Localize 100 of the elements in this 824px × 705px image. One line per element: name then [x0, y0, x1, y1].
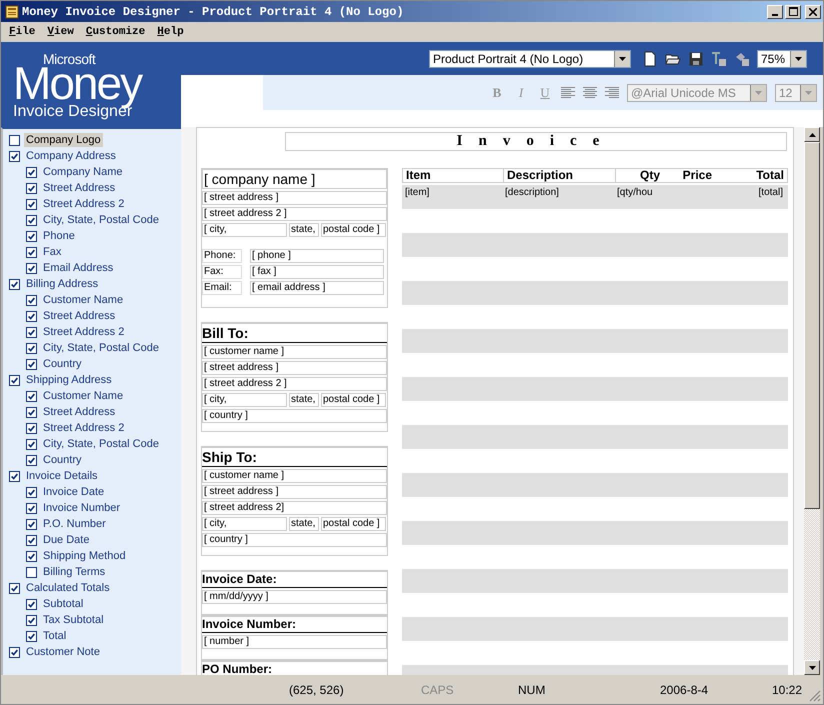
tree-item[interactable]: Tax Subtotal	[41, 613, 106, 627]
zoom-dropdown[interactable]: 75%	[757, 50, 807, 68]
checkbox[interactable]	[26, 630, 37, 642]
table-cell-text: [qty/hou	[616, 187, 654, 200]
checkbox[interactable]	[26, 486, 37, 498]
maximize-button[interactable]	[785, 4, 801, 18]
checkbox[interactable]	[26, 454, 37, 466]
tree-item[interactable]: Shipping Address	[24, 373, 114, 387]
tree-item[interactable]: Street Address 2	[41, 325, 126, 339]
checkbox[interactable]	[26, 230, 37, 242]
checkbox[interactable]	[9, 134, 20, 146]
contact-label: Phone:	[202, 249, 242, 263]
checkbox[interactable]	[26, 422, 37, 434]
close-button[interactable]	[805, 4, 821, 18]
tree-item[interactable]: Subtotal	[41, 597, 86, 611]
status-pane: 2006-8-4	[660, 682, 708, 696]
detail-field: [ mm/dd/yyyy ]	[202, 590, 387, 604]
checkbox[interactable]	[26, 502, 37, 514]
checkbox[interactable]	[9, 374, 20, 386]
tree-item[interactable]: Street Address 2	[41, 421, 126, 435]
align-right-icon[interactable]	[605, 86, 619, 98]
tree-item[interactable]: Street Address	[41, 405, 118, 419]
tree-item[interactable]: Country	[41, 453, 84, 467]
tree-item[interactable]: Billing Terms	[41, 565, 108, 579]
tree-item[interactable]: City, State, Postal Code	[41, 341, 161, 355]
tree-item[interactable]: Total	[41, 629, 68, 643]
menu-item[interactable]: Help	[157, 26, 184, 38]
checkbox[interactable]	[26, 214, 37, 226]
checkbox[interactable]	[26, 342, 37, 354]
window-title: Money Invoice Designer - Product Portrait 4 (No Logo)	[22, 4, 404, 18]
save-icon[interactable]	[688, 50, 704, 66]
tree-item[interactable]: Phone	[41, 229, 77, 243]
tree-item[interactable]: Country	[41, 357, 84, 371]
tree-item[interactable]: Fax	[41, 245, 64, 259]
menu-item[interactable]: File	[9, 26, 36, 38]
checkbox[interactable]	[26, 390, 37, 402]
tree-item[interactable]: Customer Note	[24, 645, 102, 659]
country-field: [ country ]	[202, 533, 387, 547]
column-header: Item	[405, 169, 432, 182]
tree-item[interactable]: Billing Address	[24, 277, 100, 291]
app-icon	[5, 4, 19, 18]
minimize-button[interactable]	[767, 4, 783, 18]
text-box-icon[interactable]	[711, 50, 727, 66]
picture-icon[interactable]	[734, 50, 750, 66]
checkbox[interactable]	[26, 310, 37, 322]
new-document-icon[interactable]	[642, 50, 658, 66]
column-header: Description	[503, 169, 615, 182]
tree-item[interactable]: Invoice Date	[41, 485, 106, 499]
scrollbar[interactable]	[804, 127, 820, 675]
tree-item[interactable]: Shipping Method	[41, 549, 128, 563]
table-cell-text: [total]	[758, 187, 784, 200]
checkbox[interactable]	[26, 326, 37, 338]
checkbox[interactable]	[26, 294, 37, 306]
checkbox[interactable]	[26, 406, 37, 418]
tree-item[interactable]: Company Logo	[24, 133, 103, 147]
down-arrow-icon	[808, 666, 816, 670]
checkbox[interactable]	[26, 550, 37, 562]
checkbox[interactable]	[26, 358, 37, 370]
tree-item[interactable]: Invoice Details	[24, 469, 100, 483]
menu-item[interactable]: Customize	[86, 26, 146, 38]
checkbox[interactable]	[26, 566, 37, 578]
tree-item[interactable]: Street Address 2	[41, 197, 126, 211]
checkbox[interactable]	[9, 646, 20, 658]
tree-item[interactable]: Street Address	[41, 181, 118, 195]
tree-item[interactable]: Street Address	[41, 309, 118, 323]
resize-grip-icon[interactable]	[809, 690, 821, 702]
checkbox[interactable]	[26, 518, 37, 530]
detail-field: [ number ]	[202, 635, 387, 649]
align-center-icon[interactable]	[583, 86, 597, 98]
align-left-icon[interactable]	[561, 86, 575, 98]
checkbox[interactable]	[26, 246, 37, 258]
checkbox[interactable]	[26, 262, 37, 274]
tree-item[interactable]: Calculated Totals	[24, 581, 112, 595]
tree-item[interactable]: Invoice Number	[41, 501, 122, 515]
contact-field: [ fax ]	[250, 265, 384, 279]
tree-item[interactable]: Customer Name	[41, 389, 126, 403]
tree-item[interactable]: P.O. Number	[41, 517, 108, 531]
checkbox[interactable]	[26, 534, 37, 546]
tree-item[interactable]: City, State, Postal Code	[41, 437, 161, 451]
tree-item[interactable]: Email Address	[41, 261, 116, 275]
checkbox[interactable]	[9, 278, 20, 290]
tree-item[interactable]: Due Date	[41, 533, 92, 547]
menu-item[interactable]: View	[47, 26, 74, 38]
checkbox[interactable]	[26, 198, 37, 210]
tree-item[interactable]: Company Name	[41, 165, 124, 179]
tree-item[interactable]: City, State, Postal Code	[41, 213, 161, 227]
checkbox[interactable]	[9, 470, 20, 482]
tree-item[interactable]: Customer Name	[41, 293, 126, 307]
checkbox[interactable]	[26, 438, 37, 450]
checkbox[interactable]	[26, 166, 37, 178]
checkbox[interactable]	[9, 150, 20, 162]
checkbox[interactable]	[26, 614, 37, 626]
tree-item[interactable]: Company Address	[24, 149, 118, 163]
checkbox[interactable]	[26, 598, 37, 610]
column-header: Total	[755, 169, 785, 182]
address-field: [ street address ]	[202, 485, 387, 499]
checkbox[interactable]	[26, 182, 37, 194]
checkbox[interactable]	[9, 582, 20, 594]
postal-code-field: postal code ]	[321, 393, 386, 407]
template-dropdown[interactable]: Product Portrait 4 (No Logo)	[429, 50, 631, 68]
